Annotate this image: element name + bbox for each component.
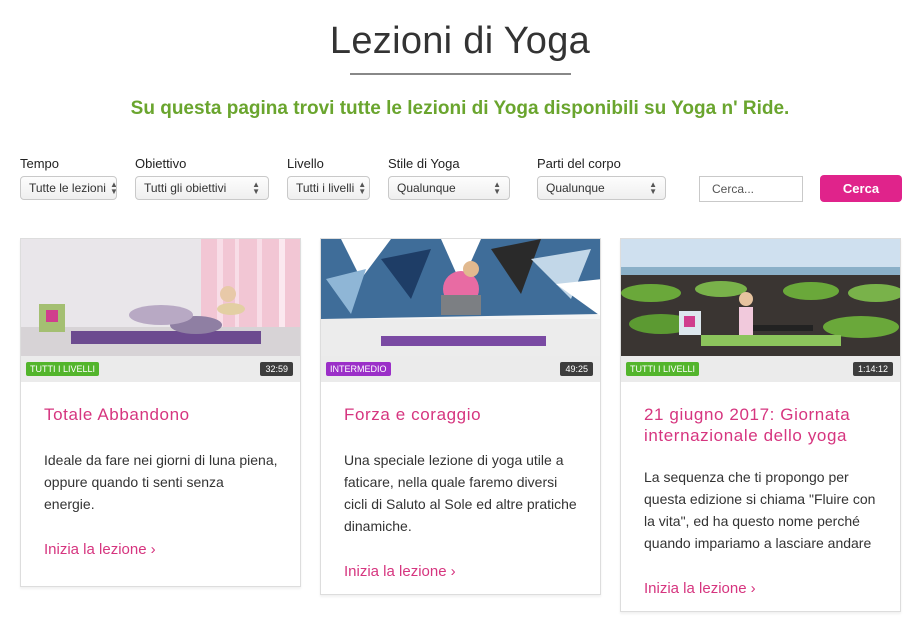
start-lesson-link[interactable]: Inizia la lezione ›: [44, 541, 278, 558]
filter-label-livello: Livello: [287, 156, 324, 171]
filter-obiettivo: Obiettivo Tutti gli obiettivi ▲ ▼: [135, 156, 269, 200]
select-arrows-icon: ▲▼: [358, 180, 367, 196]
obiettivo-select[interactable]: Tutti gli obiettivi ▲ ▼: [135, 176, 269, 200]
start-lesson-link[interactable]: Inizia la lezione ›: [344, 563, 578, 580]
duration-badge: 49:25: [560, 362, 593, 376]
start-lesson-link[interactable]: Inizia la lezione ›: [644, 580, 878, 597]
lesson-meta-strip: INTERMEDIO 49:25: [321, 356, 600, 382]
filter-stile: Stile di Yoga Qualunque ▲ ▼: [388, 156, 510, 200]
tempo-select-value: Tutte le lezioni: [29, 181, 106, 195]
card-bottom-spacing: [621, 597, 900, 611]
filter-livello: Livello Tutti i livelli ▲ ▼: [287, 156, 370, 200]
lesson-title[interactable]: Forza e coraggio: [344, 404, 578, 425]
select-arrows-icon: ▲▼: [649, 180, 657, 196]
page-title: Lezioni di Yoga: [329, 20, 591, 62]
tempo-select[interactable]: Tutte le lezioni ▲▼: [20, 176, 117, 200]
livello-select[interactable]: Tutti i livelli ▲ ▼: [287, 176, 370, 200]
filter-tempo: Tempo Tutte le lezioni ▲▼: [20, 156, 117, 200]
lesson-title[interactable]: 21 giugno 2017: Giornata internazionale …: [644, 404, 878, 446]
filter-label-stile: Stile di Yoga: [388, 156, 460, 171]
chevron-right-icon: ›: [450, 563, 456, 580]
lesson-description: Ideale da fare nei giorni di luna piena,…: [44, 452, 278, 512]
level-badge: TUTTI I LIVELLI: [26, 362, 100, 376]
lesson-title[interactable]: Totale Abbandono: [44, 404, 278, 425]
stile-select[interactable]: Qualunque ▲ ▼: [388, 176, 510, 200]
level-badge: INTERMEDIO: [326, 362, 391, 376]
lesson-thumbnail-image: [321, 239, 600, 356]
select-arrows-icon: ▲▼: [252, 180, 260, 196]
duration-badge: 32:59: [260, 362, 293, 376]
lesson-card: INTERMEDIO 49:25 Forza e coraggio Una sp…: [320, 238, 601, 595]
lesson-thumbnail[interactable]: [321, 239, 600, 356]
search-placeholder: Cerca...: [712, 182, 755, 196]
title-divider: [350, 73, 571, 75]
stile-select-value: Qualunque: [397, 181, 456, 195]
obiettivo-select-value: Tutti gli obiettivi: [144, 181, 227, 195]
lesson-card: TUTTI I LIVELLI 32:59 Totale Abbandono I…: [20, 238, 301, 587]
chevron-right-icon: ›: [750, 580, 756, 597]
start-lesson-label: Inizia la lezione: [44, 541, 147, 558]
filter-parti: Parti del corpo Qualunque ▲ ▼: [537, 156, 666, 200]
start-lesson-label: Inizia la lezione: [344, 563, 447, 580]
chevron-right-icon: ›: [150, 541, 156, 558]
card-bottom-spacing: [21, 558, 300, 586]
lesson-description: La sequenza che ti propongo per questa e…: [644, 469, 876, 551]
card-bottom-spacing: [321, 580, 600, 594]
lesson-description: Una speciale lezione di yoga utile a fat…: [344, 452, 577, 534]
lesson-thumbnail[interactable]: [21, 239, 300, 356]
parti-select-value: Qualunque: [546, 181, 605, 195]
filter-label-tempo: Tempo: [20, 156, 60, 171]
filter-label-parti: Parti del corpo: [537, 156, 621, 171]
lesson-meta-strip: TUTTI I LIVELLI 32:59: [21, 356, 300, 382]
level-badge: TUTTI I LIVELLI: [626, 362, 700, 376]
lesson-thumbnail-image: [621, 239, 900, 356]
page-subtitle: Su questa pagina trovi tutte le lezioni …: [130, 98, 790, 119]
lesson-card: TUTTI I LIVELLI 1:14:12 21 giugno 2017: …: [620, 238, 901, 612]
select-arrows-icon: ▲▼: [110, 181, 116, 196]
start-lesson-label: Inizia la lezione: [644, 580, 747, 597]
search-button[interactable]: Cerca: [820, 175, 902, 202]
search-input[interactable]: Cerca...: [699, 176, 803, 202]
lesson-thumbnail-image: [21, 239, 300, 356]
parti-select[interactable]: Qualunque ▲ ▼: [537, 176, 666, 200]
lesson-thumbnail[interactable]: [621, 239, 900, 356]
lesson-meta-strip: TUTTI I LIVELLI 1:14:12: [621, 356, 900, 382]
duration-badge: 1:14:12: [852, 362, 893, 376]
livello-select-value: Tutti i livelli: [296, 181, 355, 195]
filter-label-obiettivo: Obiettivo: [135, 156, 187, 171]
select-arrows-icon: ▲▼: [493, 180, 501, 196]
